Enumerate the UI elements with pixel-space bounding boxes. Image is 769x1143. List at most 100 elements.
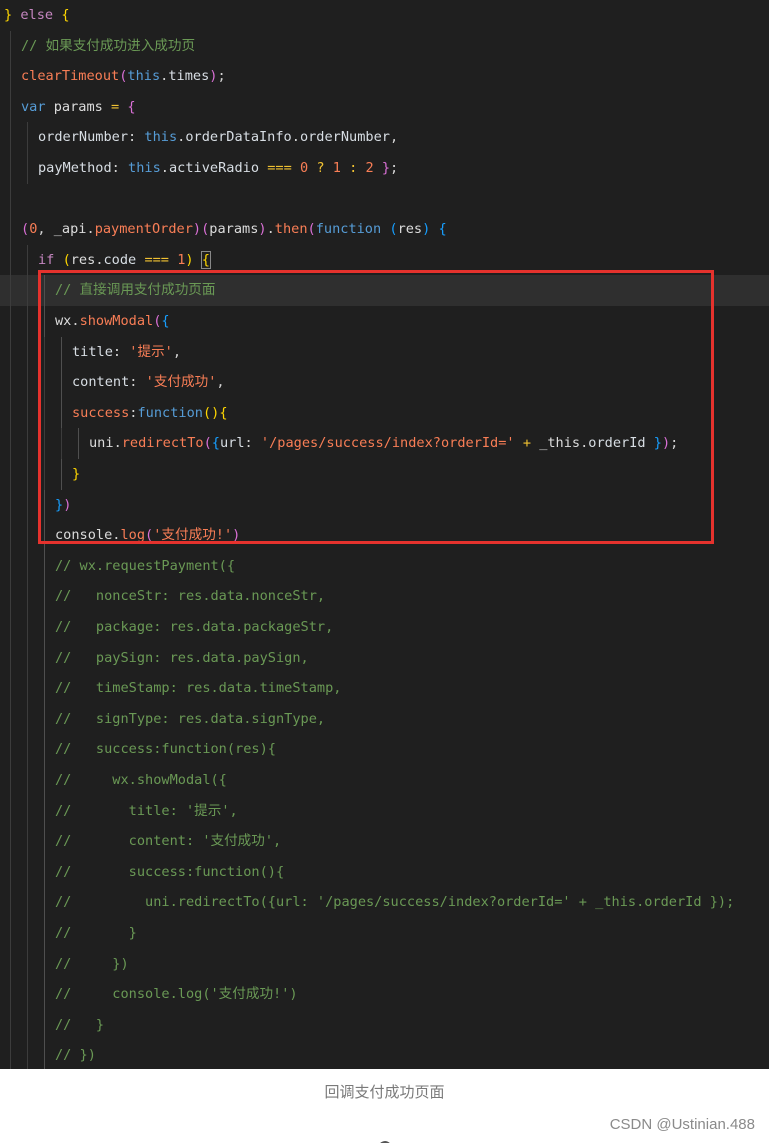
indent-guide (44, 520, 45, 551)
code-token: // } (55, 925, 137, 941)
code-line[interactable]: // console.log('支付成功!') (0, 979, 769, 1010)
code-line[interactable]: // success:function(res){ (0, 734, 769, 765)
code-token: this (144, 129, 178, 146)
code-token: ( (389, 221, 398, 238)
code-line[interactable]: // paySign: res.data.paySign, (0, 642, 769, 674)
code-token: redirectTo (121, 435, 204, 452)
code-line[interactable]: var params = { (0, 91, 769, 123)
code-line[interactable]: uni.redirectTo({url: '/pages/success/ind… (0, 428, 769, 459)
indent-guide (10, 550, 11, 582)
indent-guide (44, 795, 45, 827)
indent-guide (10, 520, 11, 551)
code-text: // wx.showModal({ (55, 765, 227, 796)
code-token: { (161, 313, 170, 329)
code-line[interactable]: // wx.showModal({ (0, 765, 769, 796)
code-text: // } (55, 918, 137, 949)
code-line[interactable]: // wx.requestPayment({ (0, 550, 769, 582)
code-token: // timeStamp: res.data.timeStamp, (55, 680, 342, 697)
indent-guide (27, 979, 28, 1010)
indent-guide (27, 122, 28, 153)
code-line[interactable]: // success:function(){ (0, 856, 769, 888)
code-line[interactable]: console.log('支付成功!') (0, 520, 769, 551)
code-line[interactable]: // title: '提示', (0, 795, 769, 827)
indent-guide (44, 948, 45, 980)
code-line[interactable]: }) (0, 489, 769, 521)
code-token: success (72, 404, 130, 421)
code-line[interactable]: title: '提示', (0, 336, 769, 368)
code-line[interactable]: success:function(){ (0, 397, 769, 429)
code-token: 2 (365, 160, 374, 176)
code-token: paymentOrder (94, 221, 193, 238)
code-line[interactable]: if (res.code === 1) { (0, 244, 769, 276)
code-token: . (86, 221, 95, 238)
code-text: // nonceStr: res.data.nonceStr, (55, 581, 325, 612)
code-token: '提示' (129, 343, 173, 360)
code-editor[interactable]: } else {// 如果支付成功进入成功页 clearTimeout(this.… (0, 0, 769, 1069)
code-line[interactable]: // package: res.data.packageStr, (0, 612, 769, 643)
code-line[interactable] (0, 183, 769, 215)
code-line[interactable]: orderNumber: this.orderDataInfo.orderNum… (0, 122, 769, 153)
code-token: : (244, 435, 261, 452)
code-text: // uni.redirectTo({url: '/pages/success/… (55, 887, 734, 918)
code-token: times (168, 68, 210, 85)
code-token: : (128, 129, 145, 146)
code-line[interactable]: // } (0, 1009, 769, 1041)
code-line[interactable]: // timeStamp: res.data.timeStamp, (0, 673, 769, 704)
indent-guide (10, 948, 11, 980)
image-caption: 回调支付成功页面 (324, 1084, 445, 1101)
code-token: console (55, 527, 113, 544)
code-text: title: '提示', (72, 337, 181, 368)
code-line[interactable]: // signType: res.data.signType, (0, 703, 769, 735)
code-text: wx.showModal({ (55, 306, 170, 337)
code-token: // nonceStr: res.data.nonceStr, (55, 588, 326, 605)
code-token: ? (316, 160, 325, 176)
indent-guide (61, 367, 62, 398)
indent-guide (27, 428, 28, 459)
indent-guide (10, 918, 11, 949)
indent-guide (44, 275, 45, 306)
code-token: === (144, 251, 169, 268)
code-text: (0, _api.paymentOrder)(params).then(func… (21, 214, 447, 245)
code-token: { (61, 7, 70, 23)
indent-guide (10, 459, 11, 490)
indent-guide (27, 703, 28, 735)
indent-guide (27, 397, 28, 429)
indent-guide (10, 244, 11, 276)
indent-guide (10, 122, 11, 153)
code-line[interactable]: // }) (0, 1040, 769, 1069)
code-token: : (129, 374, 146, 391)
code-token: : (112, 343, 130, 360)
indent-guide (10, 887, 11, 918)
code-line[interactable]: // } (0, 918, 769, 949)
code-line[interactable]: wx.showModal({ (0, 306, 769, 337)
code-line[interactable]: // 直接调用支付成功页面 (0, 275, 769, 306)
code-line[interactable]: } else { (0, 0, 769, 31)
code-line[interactable]: // uni.redirectTo({url: '/pages/success/… (0, 887, 769, 918)
code-text: }) (55, 490, 71, 521)
code-line[interactable]: // 如果支付成功进入成功页 (0, 30, 769, 62)
code-line[interactable]: content: '支付成功', (0, 367, 769, 398)
code-token: ( (62, 251, 71, 268)
code-line[interactable]: // }) (0, 948, 769, 980)
code-line[interactable]: // nonceStr: res.data.nonceStr, (0, 581, 769, 612)
code-line[interactable]: payMethod: this.activeRadio === 0 ? 1 : … (0, 153, 769, 184)
indent-guide (61, 336, 62, 368)
indent-guide (10, 703, 11, 735)
indent-guide (27, 153, 28, 184)
code-line[interactable]: clearTimeout(this.times); (0, 61, 769, 92)
code-token: content (72, 374, 130, 391)
code-token: 1 (332, 160, 341, 176)
csdn-watermark: CSDN @Ustinian.488 (609, 1116, 755, 1133)
code-token: title (72, 343, 113, 360)
indent-guide (44, 306, 45, 337)
code-text: // signType: res.data.signType, (55, 704, 325, 735)
code-token: . (291, 129, 300, 146)
indent-guide (27, 673, 28, 704)
code-text: // } (55, 1010, 104, 1041)
code-line[interactable]: } (0, 459, 769, 490)
code-line[interactable]: // content: '支付成功', (0, 826, 769, 857)
code-line[interactable]: (0, _api.paymentOrder)(params).then(func… (0, 214, 769, 245)
chevron-icon[interactable] (376, 1133, 394, 1143)
indent-guide (61, 428, 62, 459)
